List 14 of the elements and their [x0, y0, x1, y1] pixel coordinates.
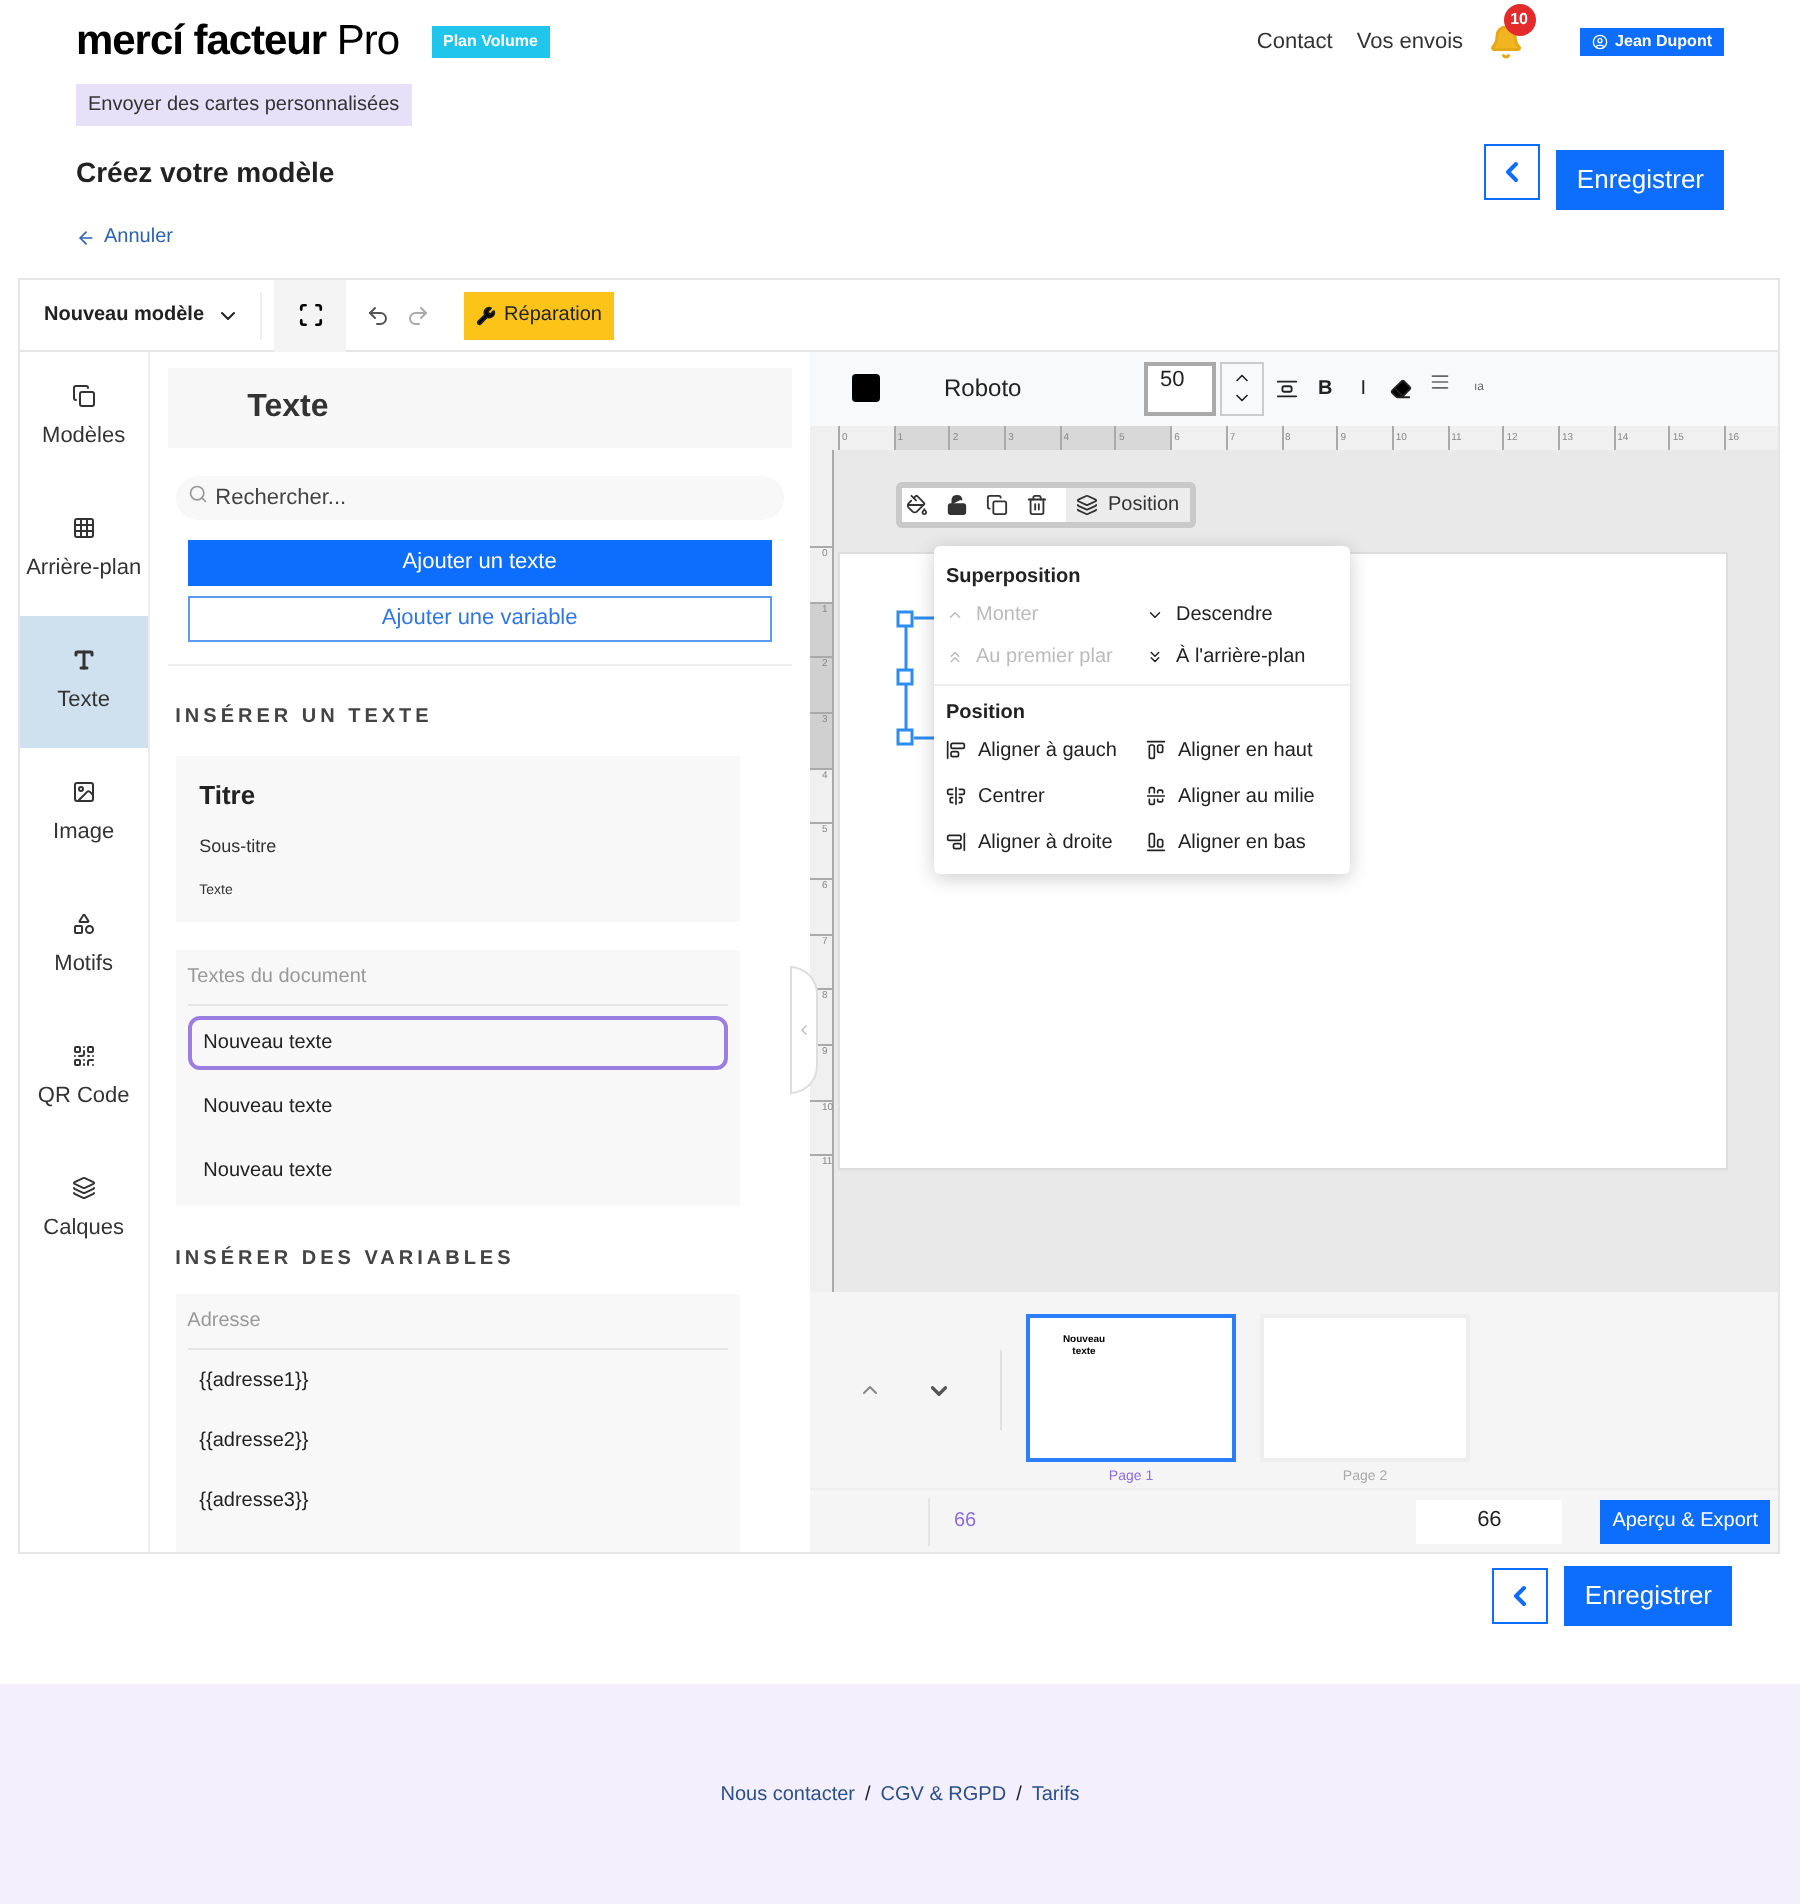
page-title: Créez votre modèle — [76, 153, 335, 191]
zoom-level: 66 — [954, 1508, 977, 1537]
link-separator: / — [1016, 1781, 1022, 1809]
menu-heading: Position — [944, 699, 1027, 728]
menu-heading: Superposition — [944, 563, 1083, 592]
section-heading: INSÉRER DES VARIABLES — [173, 1244, 517, 1275]
list-heading: Adresse — [187, 1294, 728, 1351]
plan-badge: Plan Volume — [431, 26, 550, 58]
breadcrumb-tag: Envoyer des cartes personnalisées — [76, 84, 412, 126]
notification-count: 10 — [1503, 4, 1536, 36]
panel-title: Texte — [247, 387, 329, 428]
link-separator: / — [865, 1781, 871, 1809]
section-heading: INSÉRER UN TEXTE — [173, 702, 435, 732]
list-heading: Textes du document — [187, 950, 728, 1007]
